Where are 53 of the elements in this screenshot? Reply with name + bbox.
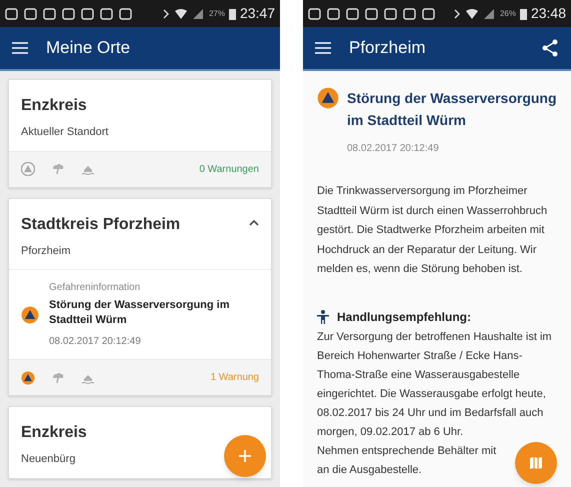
card-subtitle: Neuenbürg xyxy=(21,452,76,467)
warning-count: 1 Warnung xyxy=(210,371,259,385)
card-subtitle: Aktueller Standort xyxy=(21,125,108,140)
battery-icon xyxy=(228,8,236,20)
clock-time: 23:48 xyxy=(530,4,566,23)
notification-icon xyxy=(308,8,321,20)
battery-percent: 26% xyxy=(500,8,516,20)
signal-icons xyxy=(160,8,205,20)
card-title: Enzkreis xyxy=(21,96,87,116)
detail-date: 08.02.2017 20:12:49 xyxy=(347,142,440,156)
notification-icon xyxy=(422,8,435,20)
notification-icon xyxy=(81,8,94,20)
warning-title: Störung der Wasserversorgung im Stadtteil Würm xyxy=(49,298,231,328)
recommendation-paragraph: Nehmen entsprechende Behälter mit an die Ausgabestelle. xyxy=(317,444,498,478)
signal-icons xyxy=(452,8,496,20)
menu-icon[interactable] xyxy=(12,42,28,54)
app-bar-title: Pforzheim xyxy=(349,37,427,60)
location-card[interactable]: Stadtkreis Pforzheim Pforzheim Gefahreninformation Störung der Wasserversorgung im Stadtteil Würm 08.02.2017 20:12:49 1 Warnung xyxy=(8,198,272,396)
notification-icon xyxy=(100,8,113,20)
warning-category: Gefahreninformation xyxy=(49,281,142,295)
card-subtitle: Pforzheim xyxy=(21,244,71,258)
battery-icon xyxy=(520,8,527,20)
app-bar-title: Meine Orte xyxy=(46,37,132,60)
plus-icon xyxy=(238,449,252,463)
notification-icon xyxy=(327,8,340,20)
notification-icon xyxy=(24,8,37,20)
location-card[interactable]: Enzkreis Aktueller Standort 0 Warnungen xyxy=(8,79,272,188)
recommendation-paragraph: Zur Versorgung der betroffenen Haushalte ist im Bereich Hohenwarter Straße / Ecke Hans-Thoma-Straße eine Wasserausgabestelle eingerichtet. Die Wasserausgabe erfolgt heute, 08.02.2017 bis 24 Uhr und im Bedarfsfall auch morgen, 09.02.2017 ab 6 Uhr. xyxy=(317,330,553,440)
share-icon[interactable] xyxy=(541,39,559,57)
detail-title: Störung der Wasserversorgung im Stadtteil Würm xyxy=(347,89,557,130)
recommendation-heading: Handlungsempfehlung: xyxy=(337,308,471,326)
description-paragraph: Die Trinkwasserversorgung im Pforzheimer Stadtteil Würm ist durch einen Wasserrohbruch gestört. Die Stadtwerke Pforzheim arbeiten mit Hochdruck an der Reparatur der Leitung. Wir melden es, wenn die Störung behoben ist. xyxy=(317,184,548,277)
notification-icon xyxy=(5,8,18,20)
map-icon xyxy=(529,456,543,470)
location-card[interactable]: Enzkreis Neuenbürg xyxy=(8,406,272,478)
notification-icon xyxy=(365,8,378,20)
clock-time: 23:47 xyxy=(240,4,275,23)
warning-icon xyxy=(317,87,339,109)
warning-date: 08.02.2017 20:12:49 xyxy=(49,335,142,349)
notification-icon xyxy=(62,8,75,20)
notification-icon xyxy=(346,8,359,20)
chevron-up-icon[interactable] xyxy=(249,218,259,226)
card-title: Enzkreis xyxy=(21,423,87,443)
card-title: Stadtkreis Pforzheim xyxy=(21,214,180,234)
notification-icon xyxy=(43,8,56,20)
notification-icon xyxy=(384,8,397,20)
warning-count: 0 Warnungen xyxy=(199,162,259,176)
notification-icon xyxy=(403,8,416,20)
menu-icon[interactable] xyxy=(315,42,331,54)
person-icon xyxy=(317,310,329,324)
warning-icon xyxy=(21,306,39,324)
notification-icon xyxy=(119,8,132,20)
battery-percent: 27% xyxy=(208,8,225,20)
